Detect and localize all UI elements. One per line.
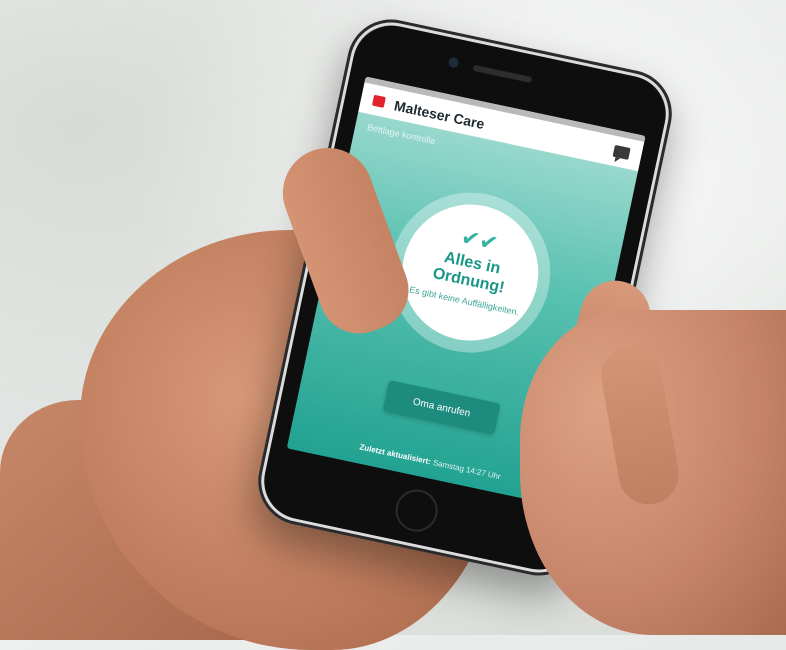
call-grandma-button[interactable]: Oma anrufen bbox=[382, 380, 501, 436]
photo-scene: Malteser Care Bettlage kontrolle ✔✔ Alle… bbox=[0, 0, 786, 650]
chat-icon[interactable] bbox=[612, 144, 631, 160]
last-updated-label: Zuletzt aktualisiert: bbox=[358, 442, 432, 467]
app-title: Malteser Care bbox=[392, 97, 486, 133]
malteser-logo-icon bbox=[371, 94, 386, 108]
status-card: ✔✔ Alles in Ordnung! Es gibt keine Auffä… bbox=[389, 191, 551, 354]
last-updated-time: Samstag 14:27 Uhr bbox=[432, 458, 502, 482]
